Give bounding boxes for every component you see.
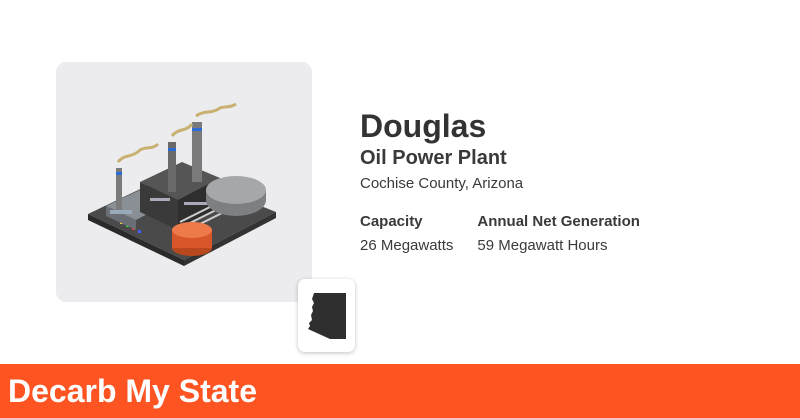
stat-value: 26 Megawatts [360, 237, 454, 254]
stat-value: 59 Megawatt Hours [477, 237, 608, 254]
stat-label: Annual Net Generation [477, 213, 640, 230]
plant-name: Douglas [360, 108, 487, 144]
plant-stats: Capacity 26 Megawatts Annual Net Generat… [360, 212, 664, 256]
brand-title: Decarb My State [8, 373, 257, 409]
plant-info: Douglas Oil Power Plant Cochise County, … [360, 108, 640, 254]
stat-capacity: Capacity 26 Megawatts [360, 212, 453, 256]
stat-annual-generation: Annual Net Generation 59 Megawatt Hours [477, 212, 640, 256]
plant-image-card [56, 62, 355, 352]
oil-power-plant-icon [88, 102, 276, 266]
plant-type: Oil Power Plant [360, 147, 507, 169]
plant-location: Cochise County, Arizona [360, 175, 524, 192]
state-badge [298, 279, 355, 352]
stat-label: Capacity [360, 213, 423, 230]
footer-banner: Decarb My State [0, 364, 800, 418]
arizona-state-icon [308, 293, 346, 339]
